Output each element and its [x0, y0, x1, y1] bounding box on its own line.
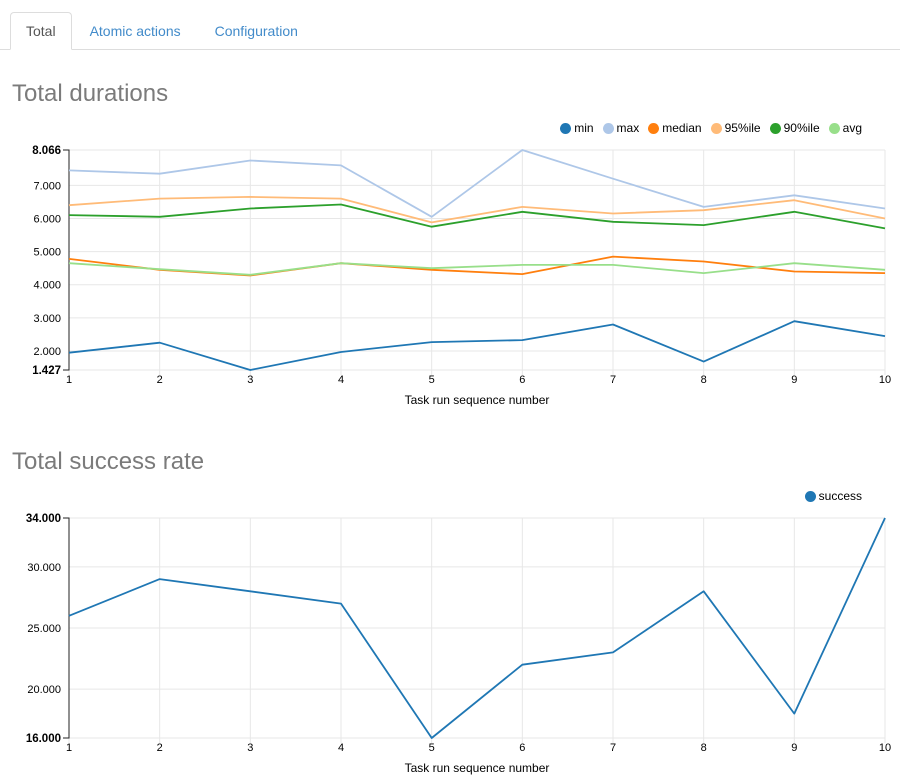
- series-line-90-ile: [69, 205, 885, 229]
- y-tick-label: 16.000: [26, 733, 61, 745]
- x-tick-label: 7: [610, 742, 616, 754]
- series-line-max: [69, 150, 885, 217]
- tab-total[interactable]: Total: [10, 12, 72, 50]
- y-axis-line: [63, 150, 69, 370]
- legend-label: avg: [843, 121, 862, 135]
- total-success-rate-legend: success: [0, 488, 862, 504]
- y-tick-label: 30.000: [27, 562, 61, 574]
- y-tick-label: 34.000: [26, 513, 61, 525]
- x-tick-label: 5: [429, 742, 435, 754]
- x-tick-label: 4: [338, 742, 344, 754]
- legend-item-min[interactable]: min: [560, 121, 593, 135]
- x-tick-label: 10: [879, 742, 891, 754]
- total-durations-line-chart: 1.427 2.000 3.000 4.000 5.000 6.000 7.000 8.066…: [0, 140, 900, 410]
- legend-label: success: [819, 489, 862, 503]
- legend-dot-icon: [805, 491, 816, 502]
- y-tick-label: 25.000: [27, 623, 61, 635]
- legend-dot-icon: [770, 123, 781, 134]
- tab-atomic-actions[interactable]: Atomic actions: [74, 12, 197, 50]
- x-tick-label: 3: [247, 742, 253, 754]
- legend-label: max: [617, 121, 640, 135]
- y-tick-label: 6.000: [33, 213, 61, 225]
- y-tick-label: 20.000: [27, 684, 61, 696]
- y-axis-line: [63, 518, 69, 738]
- x-tick-label: 1: [66, 374, 72, 386]
- x-tick-label: 9: [791, 374, 797, 386]
- series-line-min: [69, 321, 885, 370]
- x-tick-label: 10: [879, 374, 891, 386]
- x-tick-label: 2: [157, 374, 163, 386]
- x-tick-label: 6: [519, 374, 525, 386]
- legend-label: median: [662, 121, 701, 135]
- total-durations-section: Total durations min max median 95%ile 90%ile…: [0, 80, 900, 410]
- y-tick-label: 3.000: [33, 313, 61, 325]
- legend-dot-icon: [711, 123, 722, 134]
- total-success-rate-section: Total success rate success 16.000 20.000 2…: [0, 448, 900, 778]
- x-tick-label: 1: [66, 742, 72, 754]
- legend-item-max[interactable]: max: [603, 121, 640, 135]
- y-tick-label: 7.000: [33, 180, 61, 192]
- x-tick-label: 9: [791, 742, 797, 754]
- x-tick-label: 2: [157, 742, 163, 754]
- tab-bar: Total Atomic actions Configuration: [0, 0, 900, 50]
- legend-dot-icon: [648, 123, 659, 134]
- total-durations-title: Total durations: [12, 80, 888, 108]
- legend-label: min: [574, 121, 593, 135]
- legend-dot-icon: [829, 123, 840, 134]
- legend-item-median[interactable]: median: [648, 121, 701, 135]
- y-tick-label: 2.000: [33, 346, 61, 358]
- series-line-avg: [69, 263, 885, 275]
- x-tick-label: 7: [610, 374, 616, 386]
- legend-item-avg[interactable]: avg: [829, 121, 862, 135]
- report-page: { "tabs": [ {"label": "Total", "active":…: [0, 0, 900, 778]
- x-tick-label: 8: [701, 742, 707, 754]
- x-tick-label: 3: [247, 374, 253, 386]
- legend-dot-icon: [603, 123, 614, 134]
- legend-label: 95%ile: [725, 121, 761, 135]
- x-tick-label: 6: [519, 742, 525, 754]
- x-tick-label: 5: [429, 374, 435, 386]
- y-tick-label: 5.000: [33, 247, 61, 259]
- y-tick-label: 8.066: [32, 145, 61, 157]
- y-tick-label: 1.427: [32, 365, 61, 377]
- x-axis-title: Task run sequence number: [405, 393, 550, 407]
- total-success-rate-title: Total success rate: [12, 448, 888, 476]
- legend-item-success[interactable]: success: [805, 489, 862, 503]
- y-tick-label: 4.000: [33, 280, 61, 292]
- legend-item-95-ile[interactable]: 95%ile: [711, 121, 761, 135]
- legend-dot-icon: [560, 123, 571, 134]
- x-tick-label: 4: [338, 374, 344, 386]
- tab-configuration[interactable]: Configuration: [199, 12, 314, 50]
- x-tick-label: 8: [701, 374, 707, 386]
- x-axis-title: Task run sequence number: [405, 761, 550, 775]
- legend-item-90-ile[interactable]: 90%ile: [770, 121, 820, 135]
- total-durations-legend: min max median 95%ile 90%ile avg: [0, 120, 862, 136]
- legend-label: 90%ile: [784, 121, 820, 135]
- total-success-rate-line-chart: 16.000 20.000 25.000 30.000 34.000 1 2 3 4 5 6 7 8 9 1…: [0, 508, 900, 778]
